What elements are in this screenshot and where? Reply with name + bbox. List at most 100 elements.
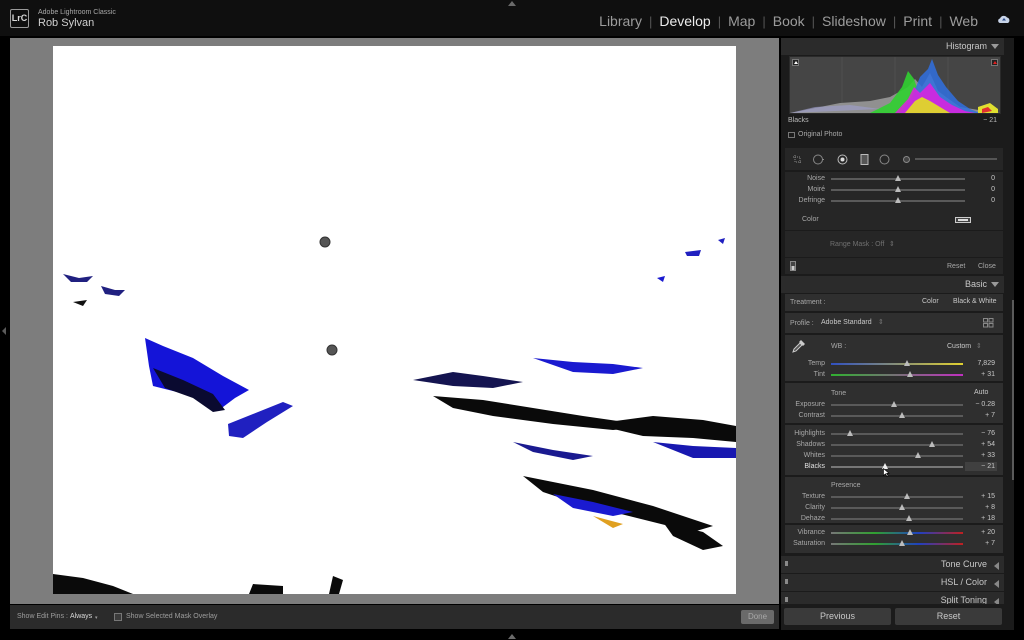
whites-value[interactable]: + 33 — [965, 452, 995, 459]
histogram-display[interactable] — [789, 56, 1001, 114]
profile-label: Profile : — [790, 320, 814, 327]
contrast-thumb[interactable] — [899, 412, 905, 418]
exposure-value[interactable]: − 0.28 — [965, 401, 995, 408]
show-edit-pins-dropdown[interactable]: Always — [70, 613, 92, 620]
previous-button[interactable]: Previous — [784, 608, 891, 625]
blacks-slider[interactable] — [831, 466, 963, 468]
temp-value[interactable]: 7,829 — [965, 360, 995, 367]
graduated-filter-icon[interactable] — [859, 154, 870, 165]
photo-preview[interactable] — [53, 46, 736, 594]
range-mask-dropdown[interactable]: Range Mask : Off — [830, 241, 884, 248]
texture-value[interactable]: + 15 — [965, 493, 995, 500]
expand-triangle-icon — [994, 580, 999, 588]
exposure-thumb[interactable] — [891, 401, 897, 407]
right-panel-scrollbar[interactable] — [1012, 300, 1014, 480]
mask-color-swatch[interactable] — [955, 217, 971, 223]
bottom-panel-toggle-icon[interactable] — [508, 634, 516, 639]
clipping-mask-overlay — [53, 236, 736, 594]
saturation-value[interactable]: + 7 — [965, 540, 995, 547]
highlights-thumb[interactable] — [847, 430, 853, 436]
texture-slider[interactable] — [831, 496, 963, 498]
shadows-slider[interactable] — [831, 444, 963, 446]
profile-browser-icon[interactable] — [983, 318, 994, 328]
defringe-thumb[interactable] — [895, 197, 901, 203]
texture-thumb[interactable] — [904, 493, 910, 499]
module-web[interactable]: Web — [949, 13, 978, 29]
crop-icon[interactable] — [792, 154, 803, 165]
vibrance-slider[interactable] — [831, 532, 963, 534]
whites-slider[interactable] — [831, 455, 963, 457]
module-develop[interactable]: Develop — [659, 13, 710, 29]
brush-size-slider[interactable] — [915, 158, 997, 160]
tint-slider[interactable] — [831, 374, 963, 376]
mask-color-row: Color — [785, 210, 1003, 230]
contrast-value[interactable]: + 7 — [965, 412, 995, 419]
eyedropper-icon[interactable] — [791, 338, 807, 354]
profile-dropdown[interactable]: Adobe Standard — [821, 319, 872, 326]
treatment-bw-button[interactable]: Black & White — [953, 298, 997, 305]
adjustment-brush-icon[interactable] — [901, 154, 912, 165]
dehaze-slider[interactable] — [831, 518, 963, 520]
radial-filter-icon[interactable] — [879, 154, 890, 165]
noise-thumb[interactable] — [895, 175, 901, 181]
original-photo-checkbox[interactable] — [788, 132, 795, 138]
exposure-slider[interactable] — [831, 404, 963, 406]
blacks-value[interactable]: − 21 — [965, 463, 995, 470]
red-eye-icon[interactable] — [837, 154, 848, 165]
noise-value[interactable]: 0 — [965, 175, 995, 182]
temp-thumb[interactable] — [904, 360, 910, 366]
cloud-sync-icon[interactable] — [997, 15, 1011, 24]
moire-value[interactable]: 0 — [965, 186, 995, 193]
contrast-slider[interactable] — [831, 415, 963, 417]
mask-overlay-checkbox[interactable] — [114, 613, 122, 621]
defringe-value[interactable]: 0 — [965, 197, 995, 204]
panel-switch-icon[interactable] — [785, 561, 788, 566]
bottom-toolbar: Show Edit Pins : Always ▾ Show Selected … — [10, 605, 779, 629]
image-canvas[interactable] — [10, 38, 779, 604]
highlights-value[interactable]: − 76 — [965, 430, 995, 437]
whites-thumb[interactable] — [915, 452, 921, 458]
edit-pin[interactable] — [319, 236, 331, 248]
basic-header[interactable]: Basic — [781, 276, 1004, 293]
wb-dropdown[interactable]: Custom — [947, 343, 971, 350]
spot-removal-icon[interactable] — [813, 154, 824, 165]
saturation-slider[interactable] — [831, 543, 963, 545]
clarity-value[interactable]: + 8 — [965, 504, 995, 511]
reset-button[interactable]: Reset — [895, 608, 1002, 625]
treatment-color-button[interactable]: Color — [922, 298, 939, 305]
top-panel-toggle-icon[interactable] — [508, 1, 516, 6]
tint-value[interactable]: + 31 — [965, 371, 995, 378]
dehaze-thumb[interactable] — [906, 515, 912, 521]
hsl-color-header[interactable]: HSL / Color — [781, 574, 1004, 591]
module-book[interactable]: Book — [773, 13, 805, 29]
histogram-header[interactable]: Histogram — [781, 38, 1004, 55]
shadows-value[interactable]: + 54 — [965, 441, 995, 448]
dehaze-value[interactable]: + 18 — [965, 515, 995, 522]
done-button[interactable]: Done — [741, 610, 774, 624]
module-slideshow[interactable]: Slideshow — [822, 13, 886, 29]
module-separator: | — [648, 13, 653, 29]
mask-reset-button[interactable]: Reset — [947, 263, 965, 270]
tone-curve-header[interactable]: Tone Curve — [781, 556, 1004, 573]
tint-thumb[interactable] — [907, 371, 913, 377]
vibrance-value[interactable]: + 20 — [965, 529, 995, 536]
highlight-clipping-toggle[interactable] — [991, 59, 998, 66]
module-print[interactable]: Print — [903, 13, 932, 29]
clarity-slider[interactable] — [831, 507, 963, 509]
saturation-thumb[interactable] — [899, 540, 905, 546]
shadow-clipping-toggle[interactable] — [792, 59, 799, 66]
vibrance-thumb[interactable] — [907, 529, 913, 535]
moire-thumb[interactable] — [895, 186, 901, 192]
left-panel-toggle-icon[interactable] — [2, 327, 6, 335]
edit-pin[interactable] — [326, 344, 338, 356]
clarity-thumb[interactable] — [899, 504, 905, 510]
panel-switch-icon[interactable] — [785, 597, 788, 602]
temp-slider[interactable] — [831, 363, 963, 365]
panel-switch-icon[interactable] — [785, 579, 788, 584]
shadows-thumb[interactable] — [929, 441, 935, 447]
mask-toggle-icon[interactable] — [790, 261, 796, 271]
module-library[interactable]: Library — [599, 13, 642, 29]
module-map[interactable]: Map — [728, 13, 755, 29]
mask-close-button[interactable]: Close — [978, 263, 996, 270]
auto-tone-button[interactable]: Auto — [974, 389, 988, 396]
